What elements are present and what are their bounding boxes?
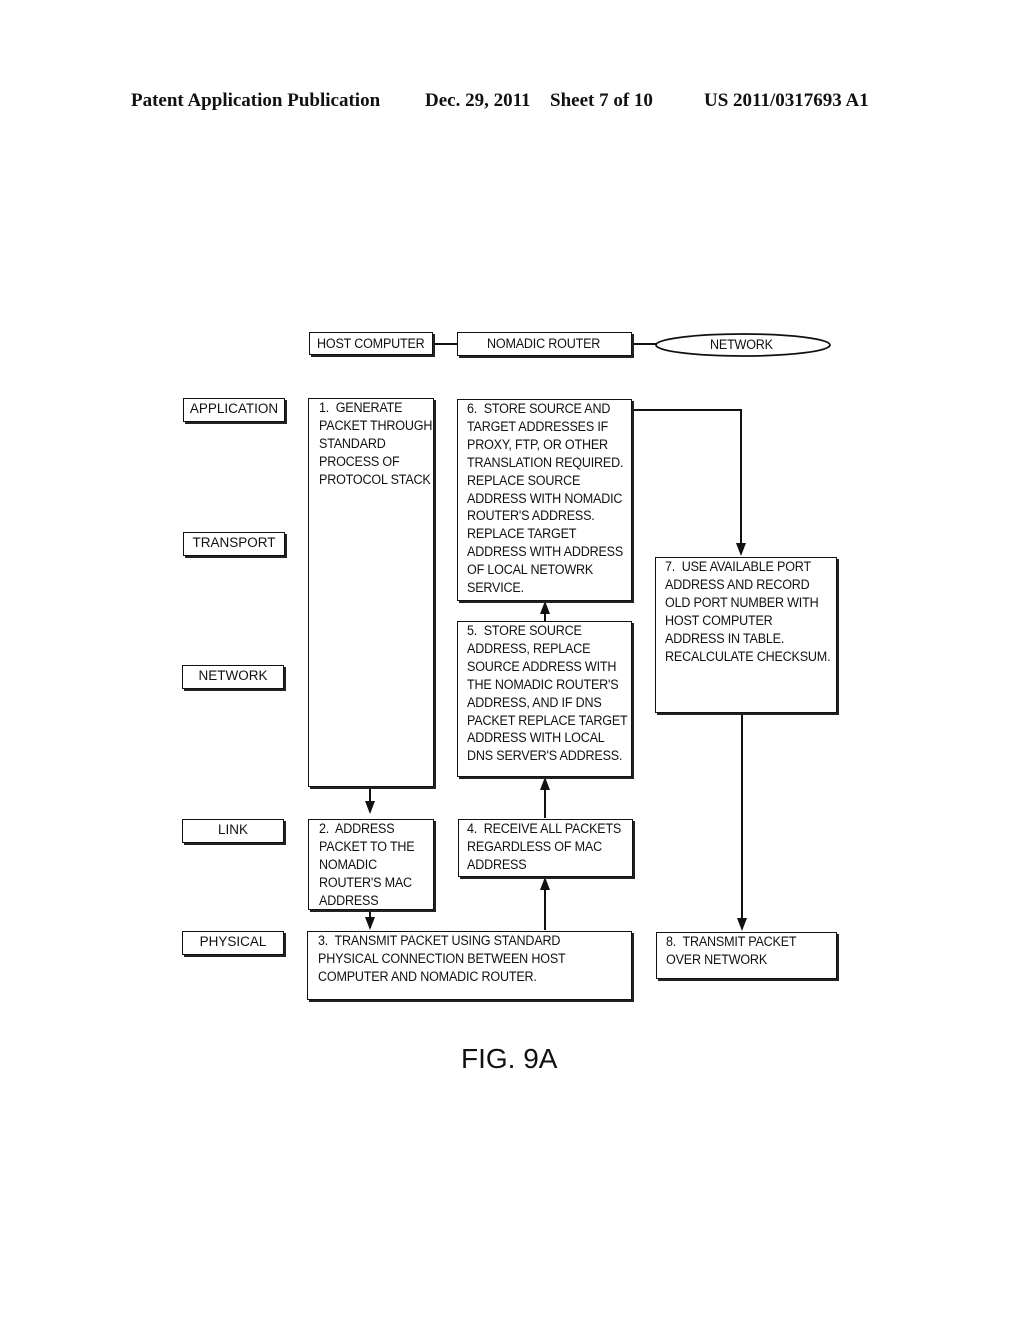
layer-physical: PHYSICAL	[182, 931, 284, 955]
figure-label: FIG. 9A	[461, 1043, 558, 1074]
step-3-text: 3. TRANSMIT PACKET USING STANDARD PHYSIC…	[318, 933, 566, 984]
entity-network-label: NETWORK	[710, 337, 773, 352]
step-4-box: 4. RECEIVE ALL PACKETS REGARDLESS OF MAC…	[458, 819, 633, 877]
layer-application: APPLICATION	[183, 398, 285, 422]
step-2-box: 2. ADDRESS PACKET TO THE NOMADIC ROUTER'…	[308, 819, 434, 910]
layer-transport: TRANSPORT	[183, 532, 285, 556]
arrowhead-1-to-2	[365, 801, 375, 814]
step-5-box: 5. STORE SOURCE ADDRESS, REPLACE SOURCE …	[457, 621, 632, 777]
entity-nomadic-router: NOMADIC ROUTER	[457, 332, 632, 356]
entity-host-computer-label: HOST COMPUTER	[317, 336, 425, 351]
layer-network: NETWORK	[182, 665, 284, 689]
entity-nomadic-router-label: NOMADIC ROUTER	[487, 336, 601, 351]
step-5-text: 5. STORE SOURCE ADDRESS, REPLACE SOURCE …	[467, 623, 628, 764]
step-1-text: 1. GENERATE PACKET THROUGH STANDARD PROC…	[319, 400, 433, 487]
arrowhead-4-to-5	[540, 777, 550, 790]
step-6-text: 6. STORE SOURCE AND TARGET ADDRESSES IF …	[467, 401, 624, 596]
step-6-box: 6. STORE SOURCE AND TARGET ADDRESSES IF …	[457, 399, 632, 601]
arrow-6-to-7	[632, 409, 742, 548]
arrowhead-2-to-3	[365, 917, 375, 930]
step-7-box: 7. USE AVAILABLE PORT ADDRESS AND RECORD…	[655, 557, 837, 713]
step-1-box: 1. GENERATE PACKET THROUGH STANDARD PROC…	[308, 398, 434, 787]
step-4-text: 4. RECEIVE ALL PACKETS REGARDLESS OF MAC…	[467, 821, 622, 872]
entity-host-computer: HOST COMPUTER	[309, 332, 433, 355]
step-3-box: 3. TRANSMIT PACKET USING STANDARD PHYSIC…	[307, 931, 632, 1000]
step-2-text: 2. ADDRESS PACKET TO THE NOMADIC ROUTER'…	[319, 821, 415, 908]
arrowhead-7-to-8	[737, 918, 747, 931]
step-8-text: 8. TRANSMIT PACKET OVER NETWORK	[666, 934, 797, 967]
arrowhead-3-to-4	[540, 877, 550, 890]
step-7-text: 7. USE AVAILABLE PORT ADDRESS AND RECORD…	[665, 559, 831, 664]
arrowhead-5-to-6	[540, 601, 550, 614]
layer-link: LINK	[182, 819, 284, 843]
step-8-box: 8. TRANSMIT PACKET OVER NETWORK	[656, 932, 837, 979]
arrowhead-6-to-7	[736, 543, 746, 556]
